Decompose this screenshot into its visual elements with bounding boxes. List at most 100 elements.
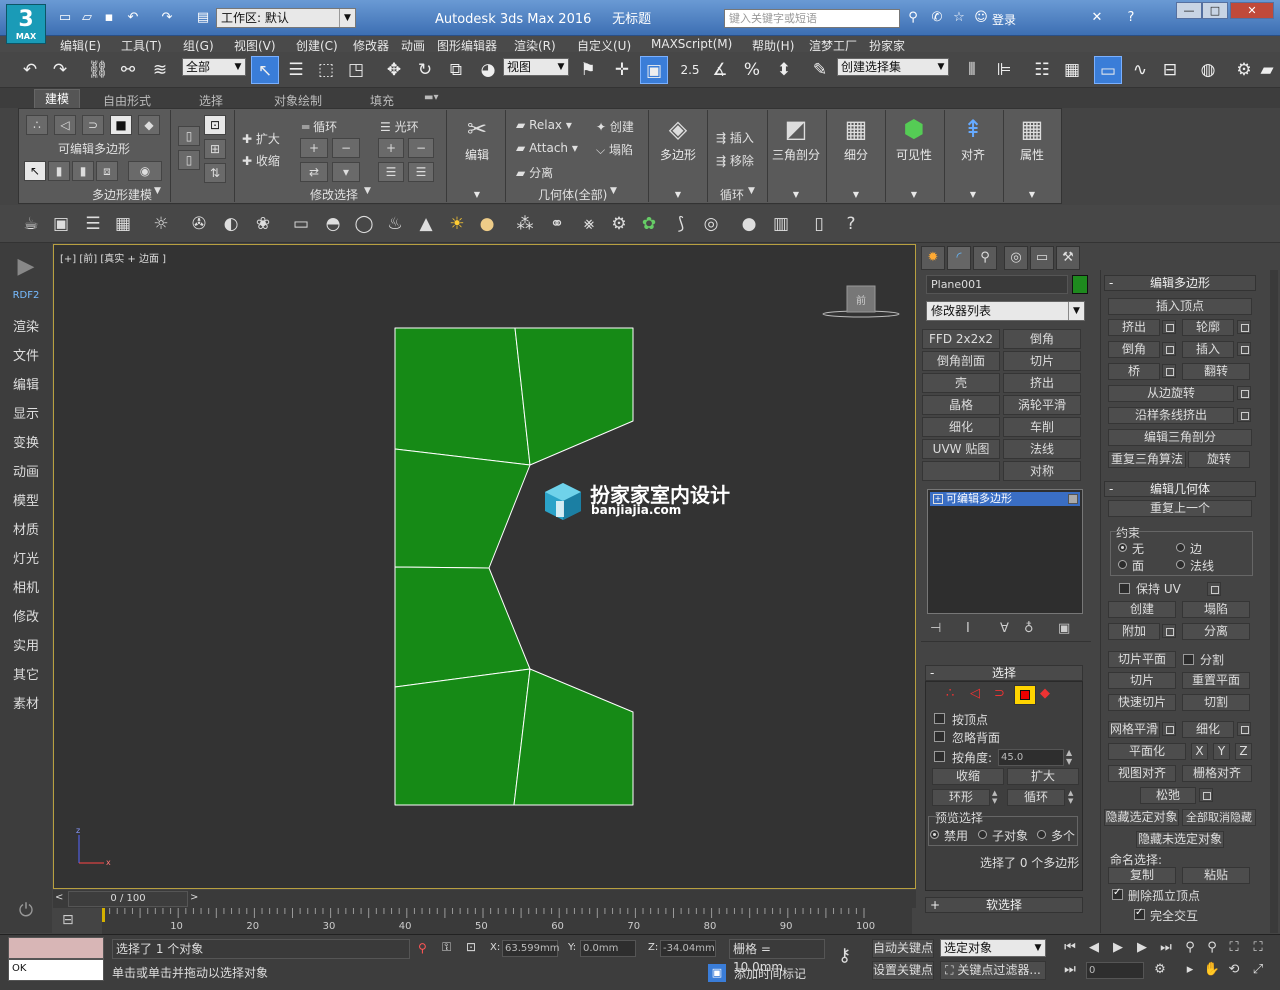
extrude-spline-settings-icon[interactable] — [1237, 408, 1251, 422]
spinner-arrows-icon[interactable]: ▲ ▼ — [1066, 748, 1072, 766]
edit-triangulation-button[interactable]: 编辑三角剖分 — [1108, 429, 1252, 446]
mesh-light-icon[interactable]: ♨ — [382, 211, 408, 237]
polygon-mode-icon[interactable]: ■ — [110, 115, 132, 135]
undo-icon[interactable]: ↶ — [16, 56, 44, 84]
make-unique-icon[interactable]: ∀ — [1000, 621, 1009, 636]
border-select-icon[interactable]: ⊃ — [994, 686, 1005, 701]
reset-plane-button[interactable]: 重置平面 — [1182, 672, 1250, 689]
plane-mesh[interactable] — [394, 327, 634, 806]
project-folder-icon[interactable]: ▤ — [194, 9, 212, 27]
modifier-list-select[interactable]: 修改器列表 ▼ — [926, 301, 1085, 321]
close-button[interactable]: ✕ — [1230, 2, 1274, 19]
polygon-select-button[interactable] — [1014, 685, 1036, 705]
copy-button[interactable]: 复制 — [1108, 867, 1176, 884]
repeat-last-button[interactable]: 重复上一个 — [1108, 500, 1252, 517]
lock-icon[interactable]: ⚿ — [442, 940, 451, 955]
slice-plane-button[interactable]: 切片平面 — [1108, 651, 1176, 668]
slice-button[interactable]: 切片 — [1108, 672, 1176, 689]
constraint-none-radio[interactable] — [1118, 543, 1127, 552]
turn-button[interactable]: 旋转 — [1188, 451, 1250, 468]
hierarchy-tab-icon[interactable]: ⚲ — [973, 246, 997, 270]
bevel-settings-icon[interactable] — [1162, 342, 1176, 356]
key-mode-icon[interactable]: ⏭ — [1060, 961, 1080, 979]
app-logo-button[interactable]: 3 MAX — [6, 4, 46, 44]
preview-sub-icon[interactable]: ▯ — [178, 150, 200, 170]
place-icon[interactable]: ◕ — [474, 56, 502, 84]
attach-button[interactable]: ▰ Attach ▾ — [516, 141, 578, 155]
panel-scrollbar[interactable] — [1270, 270, 1278, 933]
cmd-animation[interactable]: 动画 — [0, 461, 52, 480]
shrink-button[interactable]: 收缩 — [932, 768, 1004, 785]
display-tab-icon[interactable]: ▭ — [1030, 246, 1054, 270]
grow-button[interactable]: ✚ 扩大 — [242, 130, 280, 147]
mod-bevel-button[interactable]: 倒角 — [1003, 329, 1081, 349]
mod-bevel-profile-button[interactable]: 倒角剖面 — [922, 351, 1000, 371]
tab-selection[interactable]: 选择 — [199, 92, 223, 109]
hide-selected-button[interactable]: 隐藏选定对象 — [1104, 809, 1179, 826]
help-icon[interactable]: ? — [1122, 9, 1140, 27]
grid-align-button[interactable]: 栅格对齐 — [1182, 765, 1252, 782]
select-object-icon[interactable]: ↖ — [251, 56, 279, 84]
sphere-light-icon[interactable]: ◯ — [351, 211, 377, 237]
hinge-from-edge-button[interactable]: 从边旋转 — [1108, 385, 1234, 402]
render-frame-icon[interactable]: ▣ — [48, 211, 74, 237]
spot-light-icon[interactable]: ▲ — [413, 211, 439, 237]
vertex-select-icon[interactable]: ∴ — [946, 686, 954, 701]
preview-off-radio[interactable] — [930, 830, 939, 839]
preserve-uv-checkbox[interactable] — [1119, 583, 1130, 594]
cmd-utility[interactable]: 实用 — [0, 635, 52, 654]
y-coordinate-input[interactable]: 0.0mm — [580, 940, 636, 957]
quickslice-button[interactable]: 快速切片 — [1108, 694, 1176, 711]
modify-tab-icon[interactable]: ◜ — [947, 246, 971, 270]
ribbon-toggle-icon[interactable]: ▦ — [1058, 56, 1086, 84]
tessellate-button[interactable]: 细化 — [1182, 721, 1234, 738]
help-icon[interactable]: ? — [838, 211, 864, 237]
relax-button[interactable]: ▰ Relax ▾ — [516, 118, 572, 132]
mod-extrude-button[interactable]: 挤出 — [1003, 373, 1081, 393]
cmd-assets[interactable]: 素材 — [0, 693, 52, 712]
cut-button[interactable]: 切割 — [1182, 694, 1250, 711]
extrude-button[interactable]: 挤出 — [1108, 319, 1160, 336]
next-key-icon[interactable]: ▶ — [1132, 939, 1152, 957]
outline-button[interactable]: 轮廓 — [1182, 319, 1234, 336]
z-coordinate-input[interactable]: -34.04mm — [660, 940, 716, 957]
show-end-result-icon[interactable]: ◉ — [128, 161, 162, 181]
soft-select-icon[interactable]: ▮ — [72, 161, 94, 181]
render-icon[interactable]: ❀ — [250, 211, 276, 237]
flip-button[interactable]: 翻转 — [1182, 363, 1250, 380]
object-color-swatch[interactable] — [1072, 275, 1088, 294]
material-sphere-icon[interactable]: ● — [736, 211, 762, 237]
collapse-stack-icon[interactable]: ⧈ — [96, 161, 118, 181]
planar-z-button[interactable]: Z — [1235, 743, 1252, 760]
cmd-rdf2[interactable]: RDF2 — [0, 290, 52, 301]
element-select-icon[interactable]: ◆ — [1040, 686, 1050, 701]
next-frame-icon[interactable]: > — [190, 892, 198, 903]
half-sphere-icon[interactable]: ◐ — [218, 211, 244, 237]
relax-button[interactable]: 松弛 — [1140, 787, 1196, 804]
loop-button[interactable]: ═ 循环 — [302, 118, 337, 135]
loop-mode-icon[interactable]: ⇄ — [300, 162, 328, 182]
x-coordinate-input[interactable]: 63.599mm — [502, 940, 559, 957]
material-editor-icon[interactable]: ◍ — [1194, 56, 1222, 84]
orbit-icon[interactable]: ⟲ — [1224, 961, 1244, 979]
collapse-button[interactable]: ⌵ 塌陷 — [596, 141, 633, 158]
render-setup-icon[interactable]: ⚙ — [1230, 56, 1258, 84]
render-frame-icon[interactable]: ▰ — [1256, 56, 1278, 84]
mod-slice-button[interactable]: 切片 — [1003, 351, 1081, 371]
pan-icon[interactable]: ✋ — [1202, 961, 1222, 979]
mod-normal-button[interactable]: 法线 — [1003, 439, 1081, 459]
prev-frame-icon[interactable]: < — [55, 892, 63, 903]
keyboard-shortcut-override-icon[interactable]: ▣ — [640, 56, 668, 84]
named-selection-select[interactable]: 创建选择集 ▼ — [837, 58, 949, 76]
insert-loop-button[interactable]: ⇶ 插入 — [716, 129, 754, 146]
expand-icon[interactable]: + — [933, 494, 943, 504]
curve-editor-icon[interactable]: ∿ — [1126, 56, 1154, 84]
omni-light-icon[interactable]: ● — [474, 211, 500, 237]
create-tab-icon[interactable]: ✹ — [921, 246, 945, 270]
show-end-result-icon[interactable]: Ⅰ — [966, 621, 970, 636]
goto-start-icon[interactable]: ⏮ — [1060, 939, 1080, 957]
ring-options-icon[interactable]: ☰ — [408, 162, 434, 182]
communication-icon[interactable]: ✆ — [928, 9, 946, 27]
delete-isolated-checkbox[interactable] — [1112, 887, 1123, 900]
hinge-settings-icon[interactable] — [1237, 386, 1251, 400]
